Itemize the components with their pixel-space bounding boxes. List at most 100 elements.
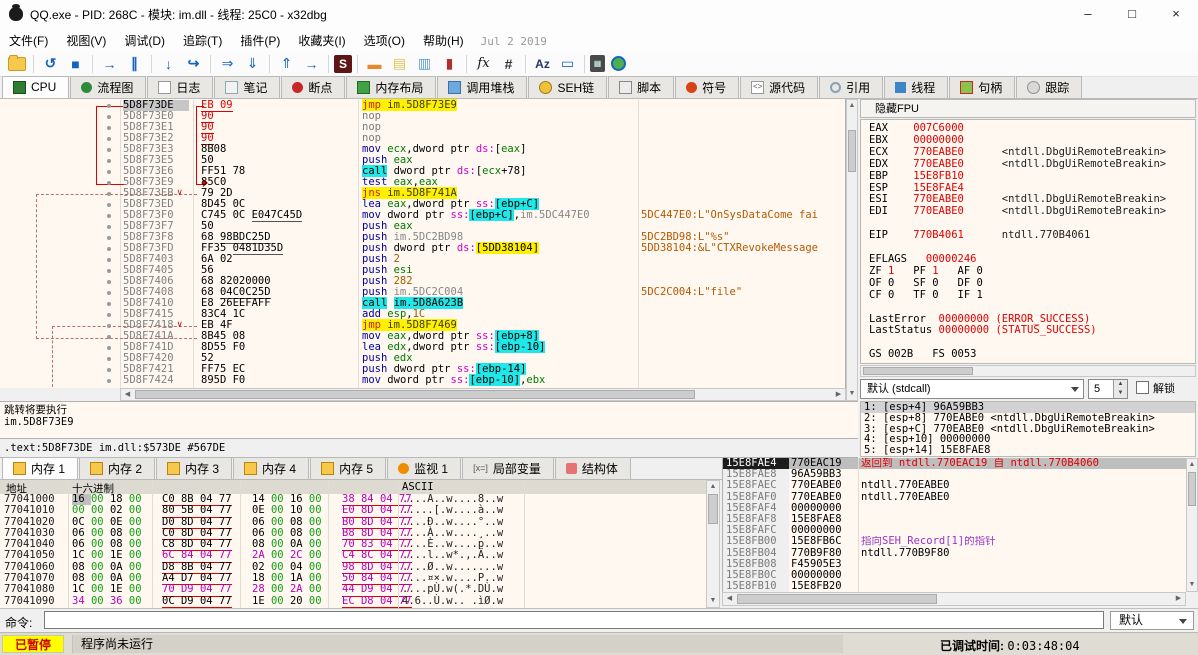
bytes-cell[interactable]: 895D F0	[201, 375, 245, 386]
instruction-cell[interactable]: mov dword ptr ss:[ebp-10],ebx	[362, 374, 545, 386]
tab-dump3[interactable]: 内存 3	[156, 457, 233, 479]
scylla-icon[interactable]: S	[334, 54, 352, 73]
breakpoint-dot-icon[interactable]	[107, 225, 111, 229]
comment-cell[interactable]: 5DC2C004:L"file"	[641, 287, 841, 298]
memory-byte-group[interactable]: 34 00 36 00	[72, 595, 142, 607]
maximize-button[interactable]: □	[1110, 0, 1154, 28]
animate-into-icon[interactable]: →	[300, 53, 323, 74]
command-input[interactable]	[44, 611, 1104, 629]
comment-cell[interactable]: 5DC447E0:L"OnSysDataCome fai	[641, 210, 841, 221]
memory-address-cell[interactable]: 77041090	[4, 595, 55, 607]
tab-script[interactable]: 脚本	[608, 76, 675, 98]
menu-item-4[interactable]: 插件(P)	[231, 28, 289, 52]
spin-up-icon[interactable]: ▲	[1113, 380, 1127, 389]
stop-icon[interactable]: ■	[64, 53, 87, 74]
minimize-button[interactable]: –	[1066, 0, 1110, 28]
menu-item-0[interactable]: 文件(F)	[0, 28, 57, 52]
breakpoint-dot-icon[interactable]	[107, 291, 111, 295]
tab-log[interactable]: 日志	[147, 76, 214, 98]
scroll-up-icon[interactable]: ▲	[847, 100, 857, 112]
tab-dump4[interactable]: 内存 4	[233, 457, 310, 479]
register-line[interactable]: EDI 770EABE0 <ntdll.DbgUiRemoteBreakin>	[869, 205, 1195, 218]
hide-fpu-button[interactable]: 隐藏FPU	[860, 99, 1196, 118]
tab-source[interactable]: <> 源代码	[740, 76, 819, 98]
breakpoint-dot-icon[interactable]	[107, 346, 111, 350]
step-over-icon[interactable]: ↪	[182, 53, 205, 74]
scroll-down-icon[interactable]: ▼	[847, 388, 857, 400]
scroll-left-icon[interactable]: ◀	[723, 593, 736, 605]
breakpoint-dot-icon[interactable]	[107, 181, 111, 185]
scroll-thumb[interactable]	[1188, 472, 1196, 506]
stack-hscrollbar[interactable]: ◀ ▶	[722, 592, 1186, 606]
unlock-checkbox-row[interactable]: 解锁	[1136, 381, 1175, 397]
step-into-icon[interactable]: ↓	[157, 53, 180, 74]
tab-trace[interactable]: 跟踪	[1016, 76, 1083, 98]
breakpoint-dot-icon[interactable]	[107, 115, 111, 119]
memory-ascii-cell[interactable]: .....[.w....à..w	[402, 504, 503, 516]
stack-comment-cell[interactable]: ntdll.770B9F80	[861, 548, 1185, 559]
unlock-checkbox[interactable]	[1136, 381, 1149, 394]
breakpoint-dot-icon[interactable]	[107, 236, 111, 240]
stack-comment-cell[interactable]: ntdll.770EABE0	[861, 492, 1185, 503]
scroll-thumb[interactable]	[863, 367, 973, 375]
breakpoint-dot-icon[interactable]	[107, 335, 111, 339]
breakpoint-dot-icon[interactable]	[107, 126, 111, 130]
scroll-thumb[interactable]	[135, 390, 695, 399]
stack-value-cell[interactable]: 15E8FB6C	[791, 536, 857, 547]
tab-struct[interactable]: 结构体	[554, 457, 631, 479]
breakpoint-dot-icon[interactable]	[107, 269, 111, 273]
address-cell[interactable]: 5D8F7424	[123, 375, 189, 386]
disassembly-panel[interactable]: ∨5D8F73DEEB 09jmp im.5D8F73E95D8F73E090n…	[0, 99, 846, 388]
scroll-thumb[interactable]	[848, 130, 856, 172]
stack-row[interactable]: 15E8FB04 770B9F80 ntdll.770B9F80	[723, 547, 1187, 559]
menu-item-5[interactable]: 收藏夹(I)	[289, 28, 354, 52]
comment-cell[interactable]: 5DC2BD98:L"%s"	[641, 232, 841, 243]
scroll-thumb[interactable]	[708, 494, 718, 524]
bytes-cell[interactable]: C745 0C E047C45D	[201, 209, 303, 222]
breakpoint-dot-icon[interactable]	[107, 324, 111, 328]
memory-vscrollbar[interactable]: ▲ ▼	[706, 480, 720, 608]
breakpoint-dot-icon[interactable]	[107, 159, 111, 163]
step-out-icon[interactable]: ⇓	[241, 53, 264, 74]
stack-row[interactable]: 15E8FAEC 770EABE0 ntdll.770EABE0	[723, 480, 1187, 492]
comment-cell[interactable]: 5DD38104:&L"CTXRevokeMessage	[641, 243, 841, 254]
scroll-thumb[interactable]	[737, 594, 937, 604]
argument-row[interactable]: 2: [esp+8] 770EABE0 <ntdll.DbgUiRemoteBr…	[861, 412, 1195, 424]
scroll-down-icon[interactable]: ▼	[707, 595, 719, 607]
run-to-user-code-icon[interactable]: ⇑	[275, 53, 298, 74]
tab-handles[interactable]: 句柄	[949, 76, 1016, 98]
stack-row[interactable]: 15E8FB10 15E8FB20	[723, 580, 1187, 592]
memory-dump-rows[interactable]: 77041000 16 00 18 00 C0 8B 04 77 14 00 16 0…	[0, 494, 706, 608]
spin-down-icon[interactable]: ▼	[1113, 389, 1127, 398]
scroll-down-icon[interactable]: ▼	[1187, 579, 1197, 591]
memory-address-cell[interactable]: 77041080	[4, 584, 55, 596]
stack-address-cell[interactable]: 15E8FAEC	[723, 480, 789, 492]
registers-list[interactable]: EAX 007C6000 EBX 00000000 ECX 770EABE0 <nt…	[860, 119, 1196, 364]
pause-icon[interactable]: ∥	[123, 53, 146, 74]
tab-watch1[interactable]: 监视 1	[387, 457, 462, 479]
hash-icon[interactable]: #	[497, 53, 520, 74]
tab-seh[interactable]: SEH链	[528, 76, 608, 98]
tab-dump5[interactable]: 内存 5	[310, 457, 387, 479]
scroll-right-icon[interactable]: ▶	[1172, 593, 1185, 605]
breakpoint-dot-icon[interactable]	[107, 148, 111, 152]
scroll-up-icon[interactable]: ▲	[1187, 459, 1197, 471]
stack-value-cell[interactable]: 770EABE0	[791, 480, 857, 491]
memory-address-cell[interactable]: 77041010	[4, 504, 55, 516]
tab-notes[interactable]: 笔记	[214, 76, 281, 98]
disasm-row[interactable]: 5D8F7424 895D F0 mov dword ptr ss:[ebp-10]…	[0, 374, 845, 386]
tab-threads[interactable]: 线程	[884, 76, 949, 98]
scroll-up-icon[interactable]: ▲	[707, 481, 719, 493]
breakpoint-dot-icon[interactable]	[107, 302, 111, 306]
register-line[interactable]: EIP 770B4061 ntdll.770B4061	[869, 229, 1195, 242]
stack-arguments-list[interactable]: 1: [esp+4] 96A59BB3 2: [esp+8] 770EABE0 <…	[860, 401, 1196, 457]
stack-address-cell[interactable]: 15E8FB00	[723, 536, 789, 548]
restart-icon[interactable]: ↺	[39, 53, 62, 74]
tab-graph[interactable]: 流程图	[70, 76, 147, 98]
breakpoint-dot-icon[interactable]	[107, 379, 111, 383]
stack-address-cell[interactable]: 15E8FB10	[723, 580, 789, 592]
menu-item-1[interactable]: 视图(V)	[57, 28, 115, 52]
stack-row[interactable]: 15E8FB00 15E8FB6C 指向SEH_Record[1]的指针	[723, 536, 1187, 548]
bookmarks-icon[interactable]: ▮	[438, 53, 461, 74]
breakpoint-dot-icon[interactable]	[107, 368, 111, 372]
